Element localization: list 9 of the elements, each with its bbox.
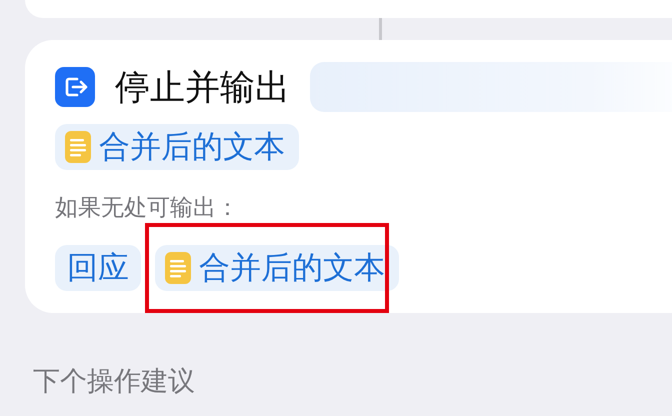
- section-heading: 下个操作建议: [33, 365, 196, 399]
- fallback-label: 如果无处可输出：: [55, 194, 240, 223]
- option-token[interactable]: 回应: [55, 245, 141, 291]
- variable-token[interactable]: 合并后的文本: [155, 245, 399, 291]
- exit-icon: [55, 67, 95, 107]
- document-icon: [165, 252, 191, 284]
- variable-token[interactable]: 合并后的文本: [55, 124, 299, 170]
- document-icon: [65, 131, 91, 163]
- action-title: 停止并输出: [115, 66, 290, 110]
